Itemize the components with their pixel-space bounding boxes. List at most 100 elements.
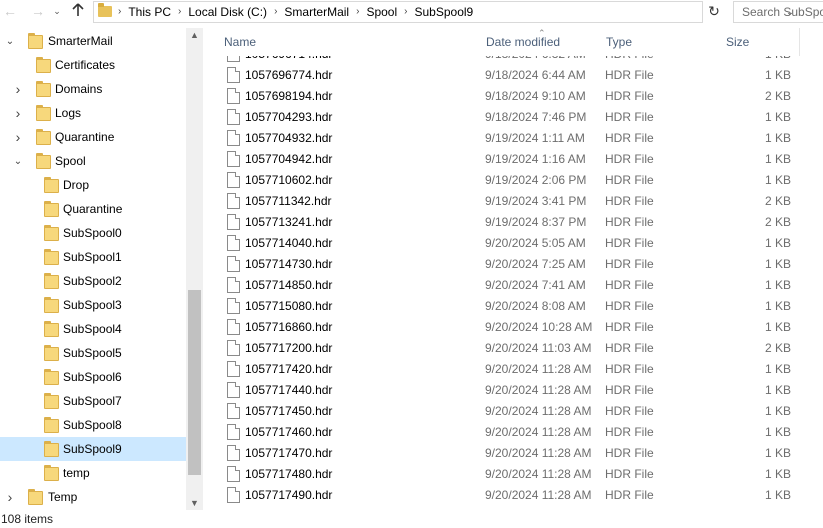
nav-tree-item[interactable]: SubSpool0	[0, 221, 186, 245]
file-row[interactable]: 1057698194.hdr 9/18/2024 9:10 AM HDR File 2…	[203, 86, 823, 107]
nav-tree-label: SubSpool7	[63, 394, 122, 408]
file-row[interactable]: 1057717490.hdr 9/20/2024 11:28 AM HDR File…	[203, 485, 823, 506]
search-input[interactable]: Search SubSpool9	[733, 1, 823, 23]
nav-tree-item[interactable]: › Domains	[0, 77, 186, 101]
file-icon	[227, 256, 240, 272]
file-row[interactable]: 1057717200.hdr 9/20/2024 11:03 AM HDR File…	[203, 338, 823, 359]
nav-tree-label: SubSpool0	[63, 226, 122, 240]
scroll-down-arrow-icon[interactable]: ▼	[186, 498, 203, 508]
file-date-modified: 9/18/2024 7:46 PM	[485, 110, 587, 124]
file-row[interactable]: 1057714730.hdr 9/20/2024 7:25 AM HDR File 1…	[203, 254, 823, 275]
nav-tree-item[interactable]: › Logs	[0, 101, 186, 125]
file-name: 1057698194.hdr	[245, 89, 333, 103]
breadcrumb-smartermail[interactable]: SmarterMail	[284, 2, 349, 22]
navigation-scrollbar[interactable]: ▲ ▼	[186, 28, 203, 510]
chevron-right-icon[interactable]: ›	[4, 489, 16, 505]
column-header-type[interactable]: Type	[599, 28, 719, 56]
file-row[interactable]: 1057717450.hdr 9/20/2024 11:28 AM HDR File…	[203, 401, 823, 422]
file-row[interactable]: 1057717470.hdr 9/20/2024 11:28 AM HDR File…	[203, 443, 823, 464]
file-size: 2 KB	[764, 89, 791, 103]
forward-arrow-icon[interactable]: →	[28, 1, 48, 21]
nav-tree-item[interactable]: SubSpool9	[0, 437, 186, 461]
file-size: 1 KB	[764, 257, 791, 271]
file-row[interactable]: 1057704293.hdr 9/18/2024 7:46 PM HDR File 1…	[203, 107, 823, 128]
file-row[interactable]: 1057717440.hdr 9/20/2024 11:28 AM HDR File…	[203, 380, 823, 401]
breadcrumb-spool[interactable]: Spool	[366, 2, 397, 22]
file-icon	[227, 319, 240, 335]
file-size: 1 KB	[764, 278, 791, 292]
file-row[interactable]: 1057716860.hdr 9/20/2024 10:28 AM HDR File…	[203, 317, 823, 338]
file-date-modified: 9/20/2024 11:28 AM	[485, 488, 592, 502]
file-date-modified: 9/20/2024 5:05 AM	[485, 236, 586, 250]
nav-tree-item[interactable]: SubSpool3	[0, 293, 186, 317]
up-arrow-icon[interactable]	[68, 1, 88, 21]
chevron-right-icon[interactable]: ›	[356, 2, 359, 22]
breadcrumb-local-disk[interactable]: Local Disk (C:)	[188, 2, 267, 22]
file-icon	[227, 235, 240, 251]
file-row[interactable]: 1057717420.hdr 9/20/2024 11:28 AM HDR File…	[203, 359, 823, 380]
file-row[interactable]: 1057714040.hdr 9/20/2024 5:05 AM HDR File 1…	[203, 233, 823, 254]
nav-tree-item[interactable]: SubSpool7	[0, 389, 186, 413]
breadcrumb: › This PC › Local Disk (C:) › SmarterMai…	[118, 2, 473, 22]
chevron-right-icon[interactable]: ›	[274, 2, 277, 22]
nav-tree-item[interactable]: › Quarantine	[0, 125, 186, 149]
nav-tree-item[interactable]: Certificates	[0, 53, 186, 77]
folder-icon	[44, 369, 60, 385]
nav-tree-item[interactable]: SubSpool8	[0, 413, 186, 437]
nav-tree-item[interactable]: ⌄ Spool	[0, 149, 186, 173]
file-row[interactable]: 1057713241.hdr 9/19/2024 8:37 PM HDR File 2…	[203, 212, 823, 233]
scrollbar-thumb[interactable]	[188, 290, 201, 475]
chevron-right-icon[interactable]: ›	[12, 81, 24, 97]
file-date-modified: 9/18/2024 6:44 AM	[485, 68, 586, 82]
file-row[interactable]: 1057704942.hdr 9/19/2024 1:16 AM HDR File 1…	[203, 149, 823, 170]
refresh-icon[interactable]: ↻	[704, 2, 724, 22]
file-size: 1 KB	[764, 488, 791, 502]
chevron-down-icon[interactable]: ⌄	[4, 36, 16, 47]
chevron-right-icon[interactable]: ›	[12, 105, 24, 121]
breadcrumb-subspool9[interactable]: SubSpool9	[414, 2, 473, 22]
column-divider[interactable]	[799, 28, 800, 56]
file-size: 1 KB	[764, 152, 791, 166]
nav-tree-item[interactable]: SubSpool1	[0, 245, 186, 269]
file-type: HDR File	[605, 404, 654, 418]
chevron-right-icon[interactable]: ›	[118, 2, 121, 22]
file-name: 1057704932.hdr	[245, 131, 333, 145]
nav-tree-item[interactable]: SubSpool2	[0, 269, 186, 293]
file-icon	[227, 403, 240, 419]
file-row[interactable]: 1057711342.hdr 9/19/2024 3:41 PM HDR File 2…	[203, 191, 823, 212]
nav-tree-item[interactable]: Drop	[0, 173, 186, 197]
address-box[interactable]: › This PC › Local Disk (C:) › SmarterMai…	[93, 1, 794, 23]
nav-tree-item[interactable]: temp	[0, 461, 186, 485]
nav-tree-item[interactable]: ⌄ SmarterMail	[0, 29, 186, 53]
recent-locations-chevron-icon[interactable]: ⌄	[51, 1, 63, 21]
chevron-right-icon[interactable]: ›	[404, 2, 407, 22]
nav-tree-item[interactable]: SubSpool4	[0, 317, 186, 341]
file-type: HDR File	[605, 236, 654, 250]
chevron-right-icon[interactable]: ›	[12, 129, 24, 145]
file-row[interactable]: 1057717460.hdr 9/20/2024 11:28 AM HDR File…	[203, 422, 823, 443]
column-header-name[interactable]: Name	[217, 28, 479, 56]
scroll-up-arrow-icon[interactable]: ▲	[186, 30, 203, 40]
file-row[interactable]: 1057717480.hdr 9/20/2024 11:28 AM HDR File…	[203, 464, 823, 485]
nav-tree-item[interactable]: › Temp	[0, 485, 186, 509]
column-header-size[interactable]: Size	[719, 28, 799, 56]
file-icon	[227, 151, 240, 167]
nav-tree-item[interactable]: Quarantine	[0, 197, 186, 221]
file-date-modified: 9/20/2024 11:28 AM	[485, 383, 592, 397]
file-row[interactable]: 1057714850.hdr 9/20/2024 7:41 AM HDR File 1…	[203, 275, 823, 296]
chevron-down-icon[interactable]: ⌄	[12, 156, 24, 167]
chevron-right-icon[interactable]: ›	[178, 2, 181, 22]
file-row[interactable]: 1057710602.hdr 9/19/2024 2:06 PM HDR File 1…	[203, 170, 823, 191]
nav-tree-item[interactable]: SubSpool5	[0, 341, 186, 365]
file-date-modified: 9/19/2024 8:37 PM	[485, 215, 587, 229]
nav-tree-item[interactable]: SubSpool6	[0, 365, 186, 389]
file-row[interactable]: 1057715080.hdr 9/20/2024 8:08 AM HDR File 1…	[203, 296, 823, 317]
file-row[interactable]: 1057704932.hdr 9/19/2024 1:11 AM HDR File 1…	[203, 128, 823, 149]
breadcrumb-this-pc[interactable]: This PC	[128, 2, 171, 22]
file-date-modified: 9/20/2024 7:41 AM	[485, 278, 586, 292]
file-date-modified: 9/20/2024 11:28 AM	[485, 446, 592, 460]
file-name: 1057696774.hdr	[245, 68, 333, 82]
file-icon	[227, 172, 240, 188]
file-row[interactable]: 1057696774.hdr 9/18/2024 6:44 AM HDR File 1…	[203, 65, 823, 86]
back-arrow-icon[interactable]: ←	[0, 1, 20, 21]
